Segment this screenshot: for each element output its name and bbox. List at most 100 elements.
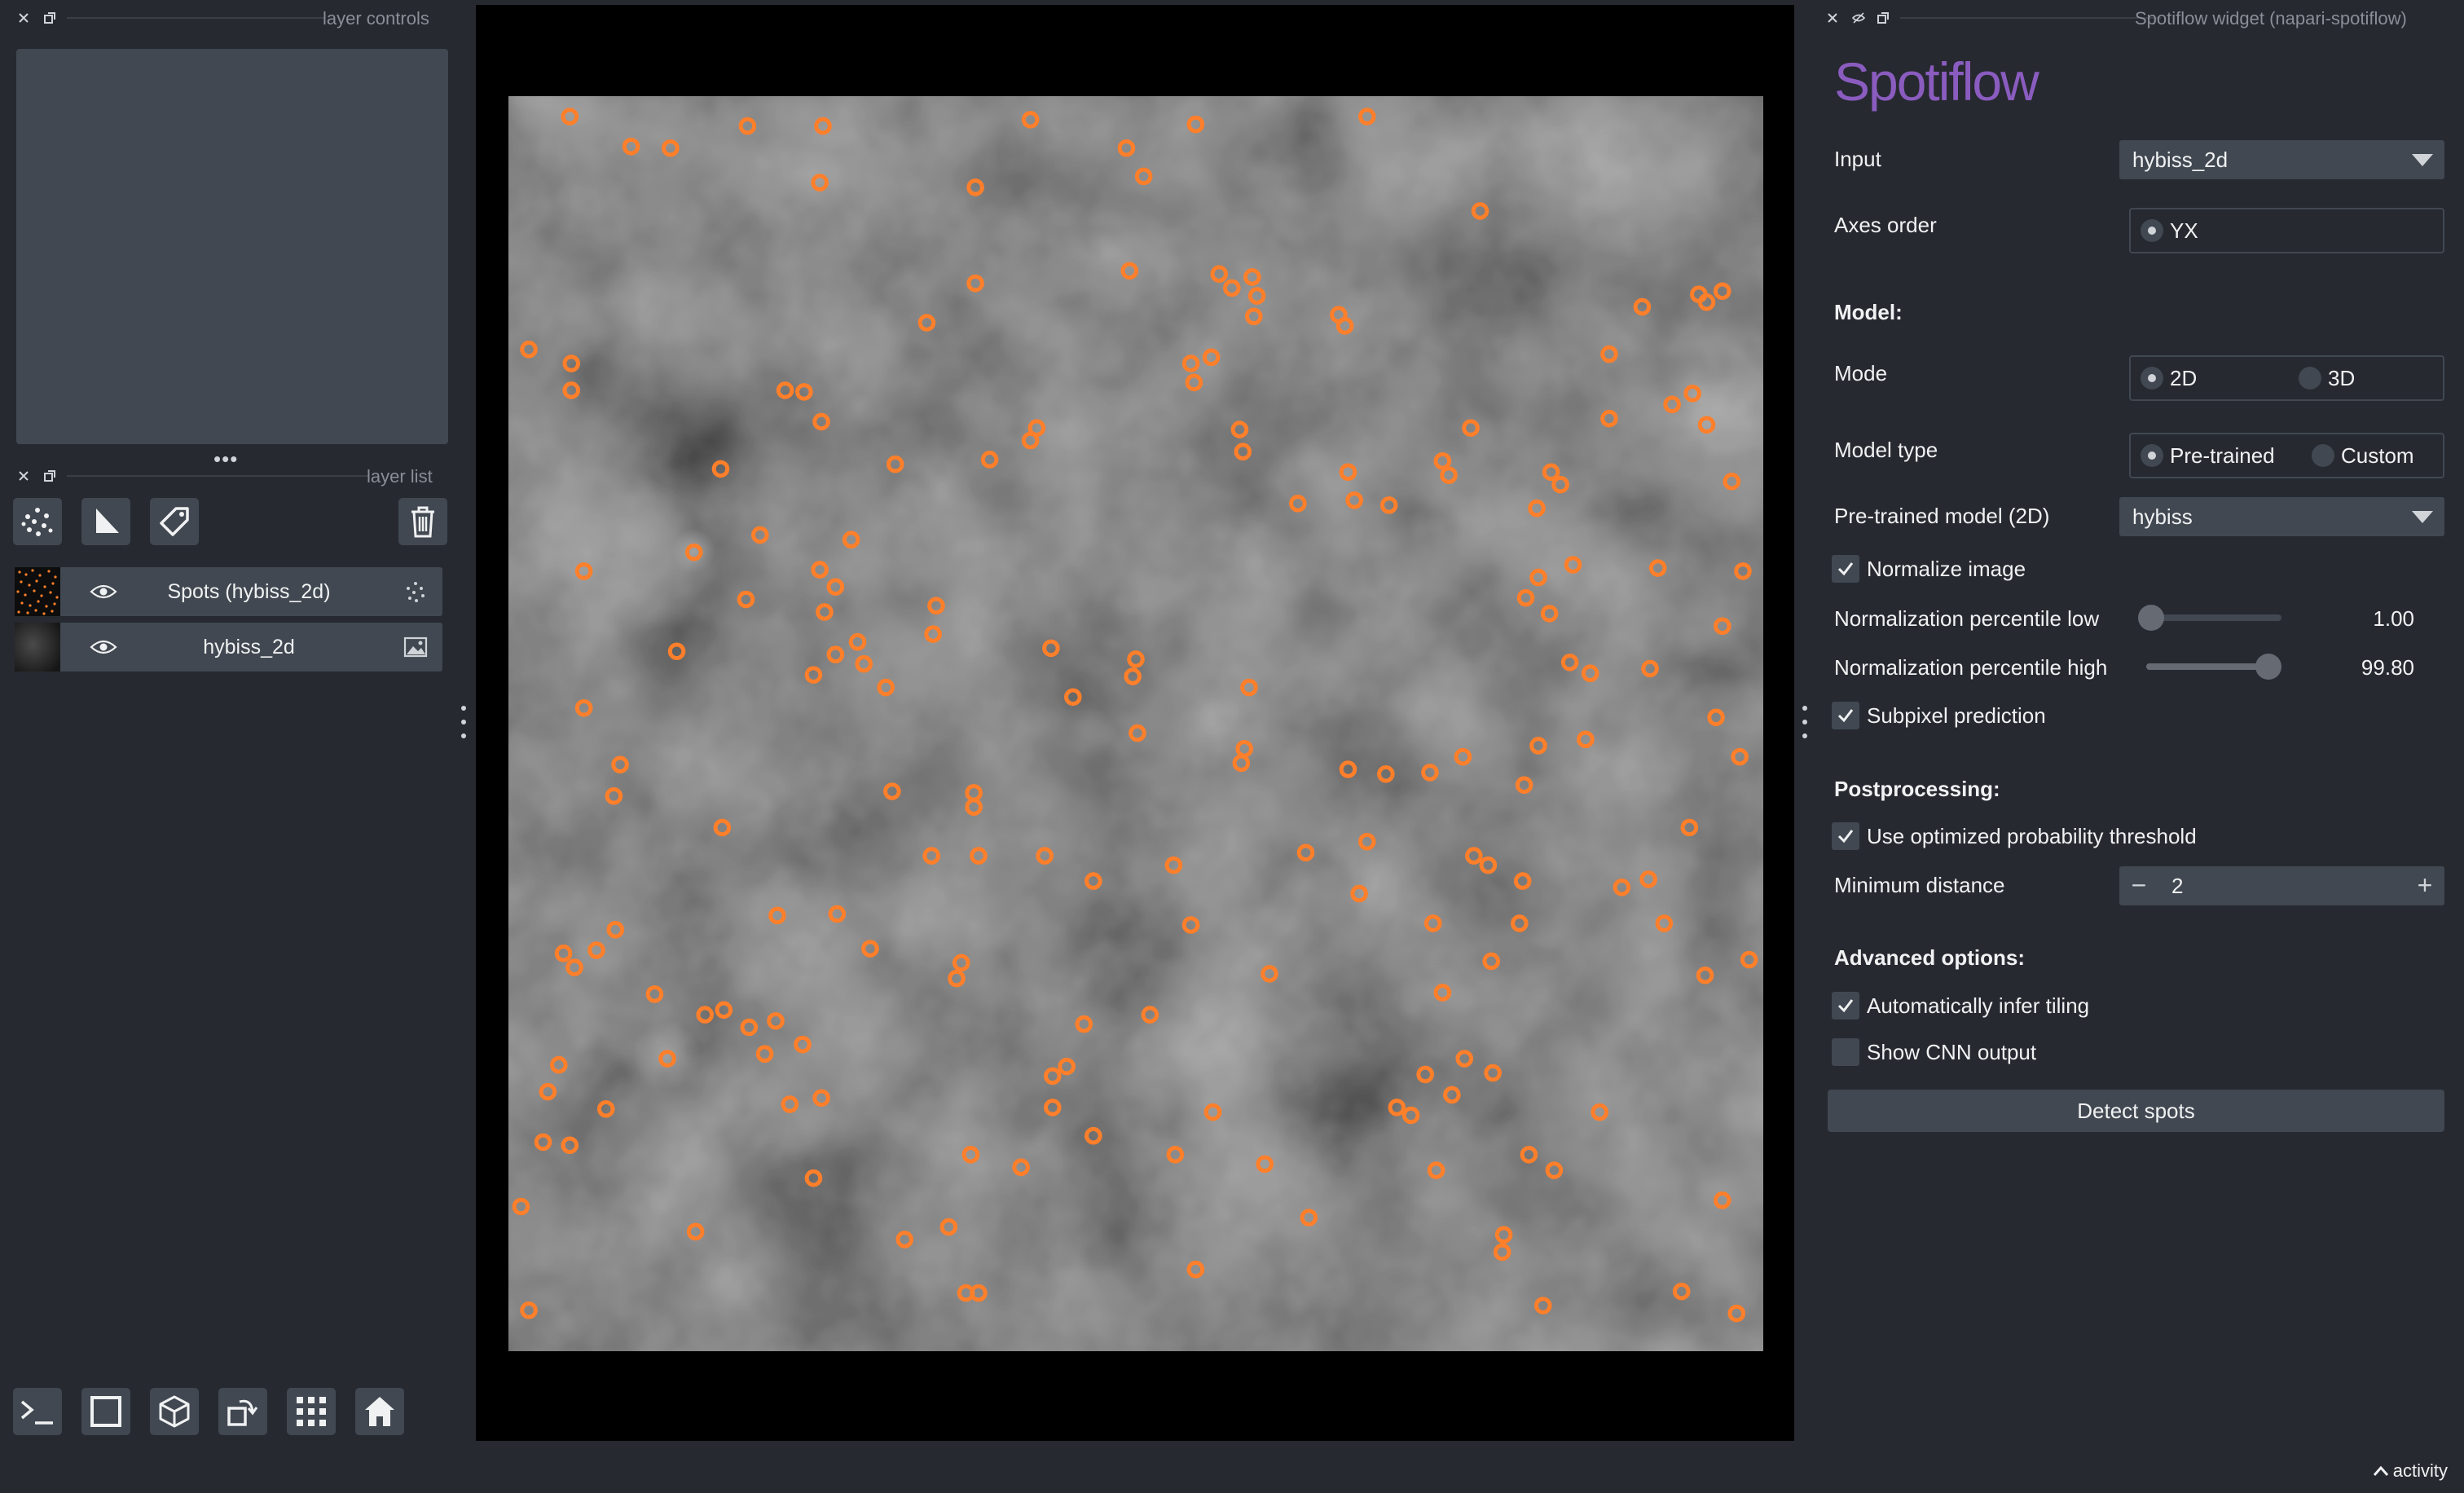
infer-tiling-checkbox[interactable] (1832, 992, 1859, 1020)
eye-visibility-icon[interactable] (90, 637, 117, 657)
hybiss-image-texture (508, 96, 1763, 1351)
advanced-section-header: Advanced options: (1834, 945, 2026, 970)
model-type-option-label: Pre-trained (2170, 443, 2275, 468)
home-icon (365, 1397, 394, 1426)
grid-icon (297, 1397, 326, 1426)
labels-icon (160, 507, 189, 536)
mode-radio-2d[interactable]: 2D (2141, 357, 2197, 399)
infer-tiling-label: Automatically infer tiling (1867, 993, 2090, 1018)
close-dock-icon[interactable] (16, 11, 31, 25)
model-type-radio-pretrained[interactable]: Pre-trained (2141, 434, 2275, 477)
norm-high-slider-handle[interactable] (2255, 654, 2281, 680)
layer-list-titlebar: layer list (16, 461, 448, 491)
new-points-layer-button[interactable] (13, 498, 62, 545)
norm-low-slider[interactable] (2146, 614, 2281, 621)
grid-view-button[interactable] (287, 1388, 336, 1435)
norm-high-label: Normalization percentile high (1834, 655, 2108, 680)
norm-low-label: Normalization percentile low (1834, 606, 2100, 631)
roll-dims-button[interactable] (218, 1388, 267, 1435)
layer-name-image: hybiss_2d (203, 636, 295, 658)
axes-order-radio-group: YX (2129, 208, 2444, 253)
float-dock-icon[interactable] (42, 11, 57, 25)
pretrained-model-label: Pre-trained model (2D) (1834, 504, 2050, 528)
normalize-image-label: Normalize image (1867, 557, 2026, 581)
mode-option-label: 3D (2328, 365, 2356, 390)
viewer-canvas[interactable] (476, 5, 1794, 1441)
norm-low-slider-handle[interactable] (2138, 605, 2164, 631)
subpixel-checkbox[interactable] (1832, 702, 1859, 729)
input-combobox[interactable]: hybiss_2d (2119, 140, 2444, 179)
min-distance-label: Minimum distance (1834, 873, 2005, 897)
3d-cube-icon (159, 1395, 190, 1428)
checkmark-icon (1837, 999, 1854, 1013)
min-distance-value[interactable]: 2 (2171, 866, 2183, 905)
right-splitter-handle[interactable] (1801, 706, 1809, 738)
axes-order-radio-yx[interactable]: YX (2141, 209, 2198, 252)
postprocessing-section-header: Postprocessing: (1834, 777, 2000, 801)
detect-spots-button[interactable]: Detect spots (1828, 1090, 2444, 1132)
layer-name-spots: Spots (hybiss_2d) (167, 580, 331, 603)
delete-layer-button[interactable] (398, 498, 447, 545)
mode-option-label: 2D (2170, 365, 2198, 390)
min-distance-spinbox[interactable]: − 2 + (2119, 866, 2444, 905)
image-layer-icon (403, 636, 428, 658)
optimized-threshold-checkbox[interactable] (1832, 822, 1859, 850)
show-cnn-output-checkbox[interactable] (1832, 1038, 1859, 1066)
widget-title: Spotiflow widget (napari-spotiflow) (2135, 8, 2407, 29)
float-dock-icon[interactable] (1876, 11, 1890, 25)
radio-indicator (2141, 444, 2163, 467)
image-layer-thumbnail (15, 623, 60, 672)
increment-button[interactable]: + (2405, 866, 2444, 905)
napari-window: layer controls ••• layer list Spots (hyb… (0, 0, 2464, 1493)
model-type-radio-custom[interactable]: Custom (2312, 434, 2414, 477)
layer-row-spots[interactable]: Spots (hybiss_2d) (15, 567, 442, 616)
pretrained-model-value: hybiss (2132, 504, 2193, 529)
subpixel-label: Subpixel prediction (1867, 703, 2046, 728)
eye-visibility-icon[interactable] (90, 582, 117, 601)
ndisplay-button[interactable] (81, 1388, 130, 1435)
bright-signal-glow (671, 529, 716, 574)
layer-controls-titlebar: layer controls (16, 3, 448, 33)
left-splitter-handle[interactable] (460, 706, 468, 738)
axes-order-option-label: YX (2170, 218, 2198, 243)
shapes-icon (96, 509, 119, 533)
normalize-image-checkbox[interactable] (1832, 555, 1859, 583)
home-reset-view-button[interactable] (355, 1388, 404, 1435)
console-button[interactable] (13, 1388, 62, 1435)
chevron-down-icon (2412, 154, 2433, 166)
close-dock-icon[interactable] (1825, 11, 1840, 25)
axes-order-label: Axes order (1834, 213, 1937, 237)
toggle-3d-button[interactable] (150, 1388, 199, 1435)
spotiflow-widget-titlebar: Spotiflow widget (napari-spotiflow) (1825, 3, 2448, 33)
radio-indicator (2312, 444, 2334, 467)
radio-indicator (2141, 367, 2163, 390)
norm-low-value: 1.00 (2373, 606, 2414, 631)
layer-row-image[interactable]: hybiss_2d (15, 623, 442, 672)
norm-high-value: 99.80 (2361, 655, 2414, 680)
new-labels-layer-button[interactable] (150, 498, 199, 545)
float-dock-icon[interactable] (42, 469, 57, 483)
model-type-radio-group: Pre-trained Custom (2129, 433, 2444, 478)
hide-dock-icon[interactable] (1851, 11, 1866, 25)
mode-radio-group: 2D 3D (2129, 355, 2444, 401)
spots-layer-thumbnail (15, 567, 60, 616)
points-layer-icon (407, 582, 425, 602)
model-type-option-label: Custom (2341, 443, 2414, 468)
console-icon (20, 1400, 53, 1425)
activity-button[interactable]: activity (2372, 1460, 2448, 1482)
close-dock-icon[interactable] (16, 469, 31, 483)
model-section-header: Model: (1834, 300, 1903, 324)
image-canvas[interactable] (508, 96, 1763, 1351)
show-cnn-output-label: Show CNN output (1867, 1040, 2037, 1064)
layer-list-title: layer list (367, 466, 433, 487)
decrement-button[interactable]: − (2119, 866, 2158, 905)
activity-label: activity (2392, 1460, 2448, 1481)
radio-indicator (2141, 219, 2163, 242)
mode-radio-3d[interactable]: 3D (2299, 357, 2355, 399)
chevron-down-icon (2412, 511, 2433, 523)
pretrained-model-combobox[interactable]: hybiss (2119, 497, 2444, 536)
delete-icon (411, 506, 434, 538)
input-value: hybiss_2d (2132, 148, 2229, 172)
new-shapes-layer-button[interactable] (81, 498, 130, 545)
roll-dims-icon (227, 1399, 258, 1426)
